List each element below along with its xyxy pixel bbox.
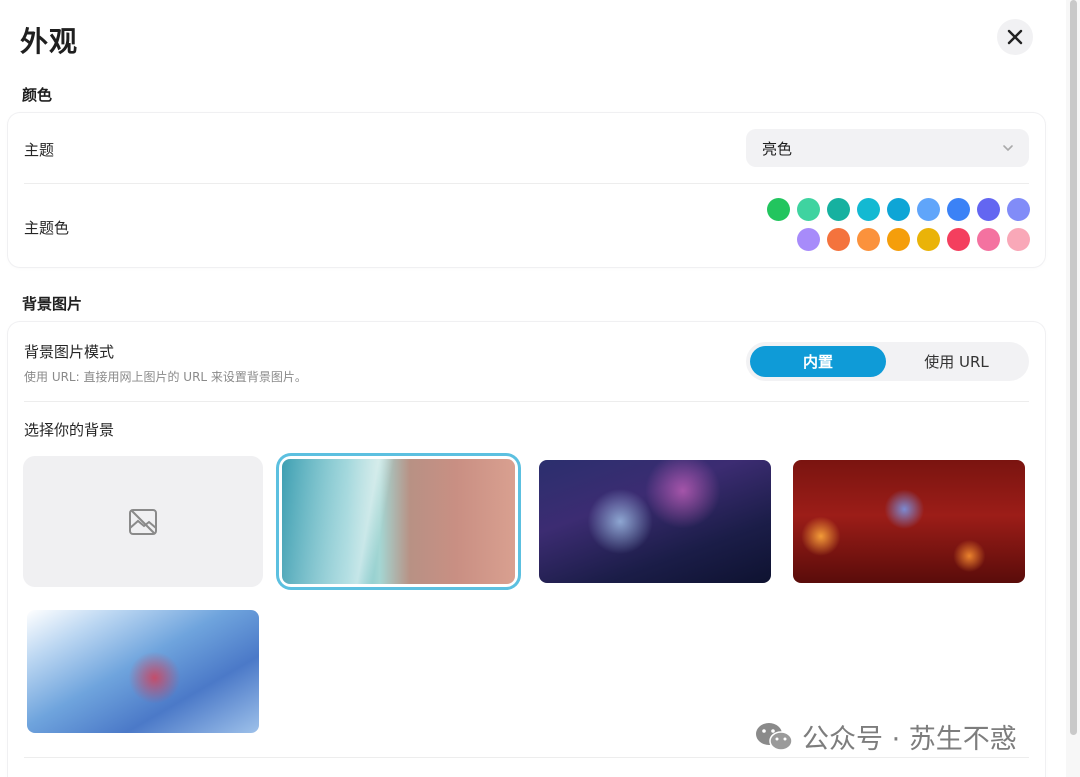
mode-url-button[interactable]: 使用 URL (888, 346, 1025, 377)
accent-color-swatch[interactable] (856, 198, 880, 221)
scrollbar-thumb[interactable] (1070, 0, 1077, 735)
accent-color-swatch[interactable] (946, 198, 970, 221)
bg-mode-label: 背景图片模式 (24, 343, 115, 361)
dialog-title: 外观 (20, 25, 79, 58)
divider (24, 183, 1029, 184)
close-button[interactable] (997, 19, 1033, 55)
background-option-sky[interactable] (23, 606, 263, 737)
accent-color-swatch[interactable] (796, 198, 820, 221)
accent-color-swatch[interactable] (1006, 228, 1030, 251)
accent-color-swatch[interactable] (916, 198, 940, 221)
theme-select[interactable]: 亮色 (746, 129, 1029, 167)
theme-label: 主题 (24, 141, 55, 159)
accent-color-swatch[interactable] (976, 228, 1000, 251)
watermark: 公众号 · 苏生不惑 (754, 717, 1017, 756)
divider (24, 757, 1029, 758)
bg-mode-toggle: 内置 使用 URL (746, 342, 1029, 381)
accent-color-swatch[interactable] (886, 228, 910, 251)
accent-color-swatch[interactable] (826, 198, 850, 221)
section-heading-color: 颜色 (22, 86, 53, 104)
accent-color-label: 主题色 (24, 219, 70, 237)
sky-thumbnail (27, 610, 259, 733)
beach-thumbnail (282, 459, 515, 584)
bg-mode-description: 使用 URL: 直接用网上图片的 URL 来设置背景图片。 (24, 370, 307, 384)
section-heading-background: 背景图片 (22, 295, 83, 313)
image-off-icon (129, 508, 157, 535)
close-icon (1007, 29, 1023, 45)
chevron-down-icon (1003, 145, 1013, 152)
background-option-festival[interactable] (789, 456, 1029, 587)
accent-color-swatch[interactable] (886, 198, 910, 221)
watermark-text: 公众号 · 苏生不惑 (802, 724, 1017, 755)
accent-color-swatch[interactable] (826, 228, 850, 251)
accent-color-swatch[interactable] (976, 198, 1000, 221)
accent-color-swatch[interactable] (856, 228, 880, 251)
accent-color-swatch[interactable] (796, 228, 820, 251)
background-option-city[interactable] (535, 456, 775, 587)
divider (24, 401, 1029, 402)
festival-thumbnail (793, 460, 1025, 583)
wechat-icon (756, 722, 793, 751)
accent-color-swatch[interactable] (916, 228, 940, 251)
choose-background-label: 选择你的背景 (24, 421, 115, 439)
accent-color-swatch[interactable] (946, 228, 970, 251)
theme-select-value: 亮色 (762, 139, 793, 158)
accent-color-swatch[interactable] (766, 198, 790, 221)
background-option-beach[interactable] (279, 456, 518, 587)
background-option-none[interactable] (23, 456, 263, 587)
accent-color-swatch[interactable] (1006, 198, 1030, 221)
city-thumbnail (539, 460, 771, 583)
mode-builtin-button[interactable]: 内置 (750, 346, 886, 377)
